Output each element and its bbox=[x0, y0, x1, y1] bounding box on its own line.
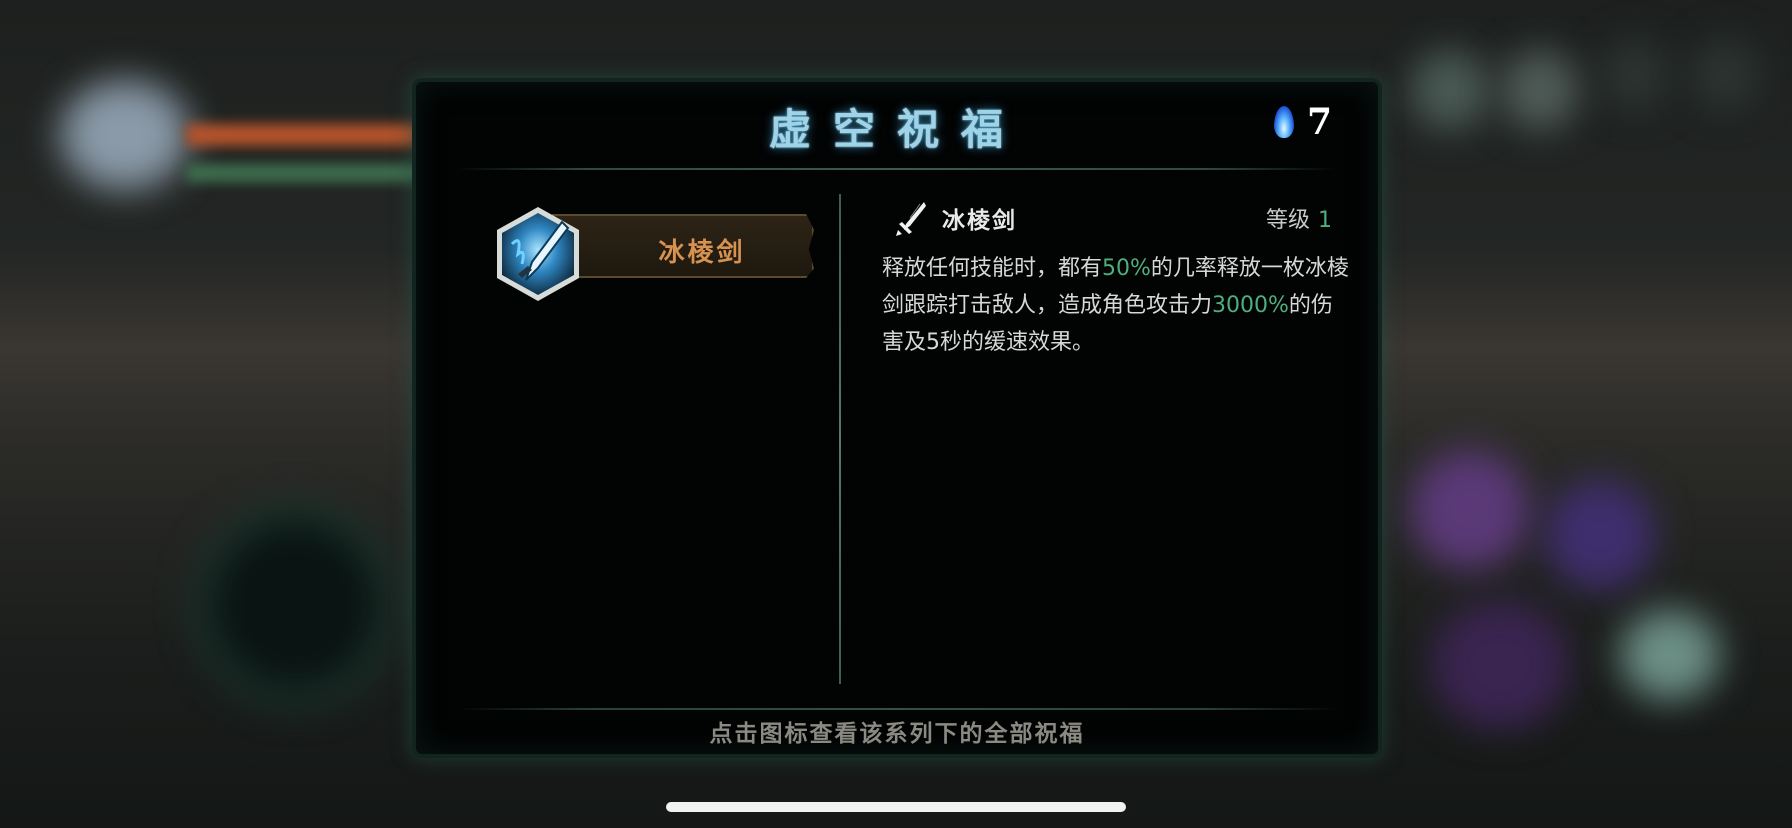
detail-name: 冰棱剑 bbox=[942, 208, 1017, 234]
description-highlight: 3000% bbox=[1212, 293, 1289, 318]
skill-button-blur bbox=[1410, 450, 1530, 570]
joystick-blur bbox=[210, 520, 380, 690]
health-bar-blur bbox=[186, 124, 426, 146]
sword-icon bbox=[896, 202, 926, 236]
blessing-item-label: 冰棱剑 bbox=[658, 238, 746, 268]
level-value: 1 bbox=[1318, 208, 1332, 233]
energy-bar-blur bbox=[186, 164, 426, 182]
detail-header: 冰棱剑 等级 1 bbox=[890, 196, 1332, 240]
player-avatar-blur bbox=[60, 80, 190, 190]
home-indicator[interactable] bbox=[666, 802, 1126, 812]
blue-flame-icon bbox=[1271, 100, 1297, 144]
description-text: 释放任何技能时，都有 bbox=[882, 256, 1103, 281]
dodge-button-blur bbox=[1620, 610, 1720, 700]
menu-icon-blur bbox=[1690, 40, 1760, 110]
column-divider bbox=[839, 194, 841, 684]
blessing-item-ice-sword[interactable]: 冰棱剑 bbox=[492, 204, 818, 301]
description-highlight: 50% bbox=[1102, 256, 1151, 281]
ice-sword-icon[interactable] bbox=[492, 204, 584, 304]
currency-count: 7 bbox=[1306, 101, 1332, 143]
level-display: 等级 1 bbox=[1266, 202, 1332, 234]
top-divider bbox=[456, 168, 1338, 170]
blessing-description: 释放任何技能时，都有50%的几率释放一枚冰棱剑跟踪打击敌人，造成角色攻击力300… bbox=[882, 250, 1352, 361]
modal-title: 虚空祝福 bbox=[768, 105, 1025, 154]
currency-display: 7 bbox=[1271, 100, 1332, 144]
skill-button-blur bbox=[1545, 480, 1655, 590]
menu-icon-blur bbox=[1500, 50, 1580, 130]
attack-button-blur bbox=[1430, 600, 1570, 730]
level-label: 等级 bbox=[1265, 208, 1310, 233]
menu-icon-blur bbox=[1600, 40, 1670, 110]
bottom-divider bbox=[456, 708, 1338, 710]
hint-text: 点击图标查看该系列下的全部祝福 bbox=[709, 720, 1085, 747]
menu-icon-blur bbox=[1410, 50, 1490, 130]
void-blessing-modal: 虚空祝福 7 冰棱剑 冰棱剑 等级 1 释放任何技能时，都有50%的几率释放一枚… bbox=[416, 82, 1378, 754]
